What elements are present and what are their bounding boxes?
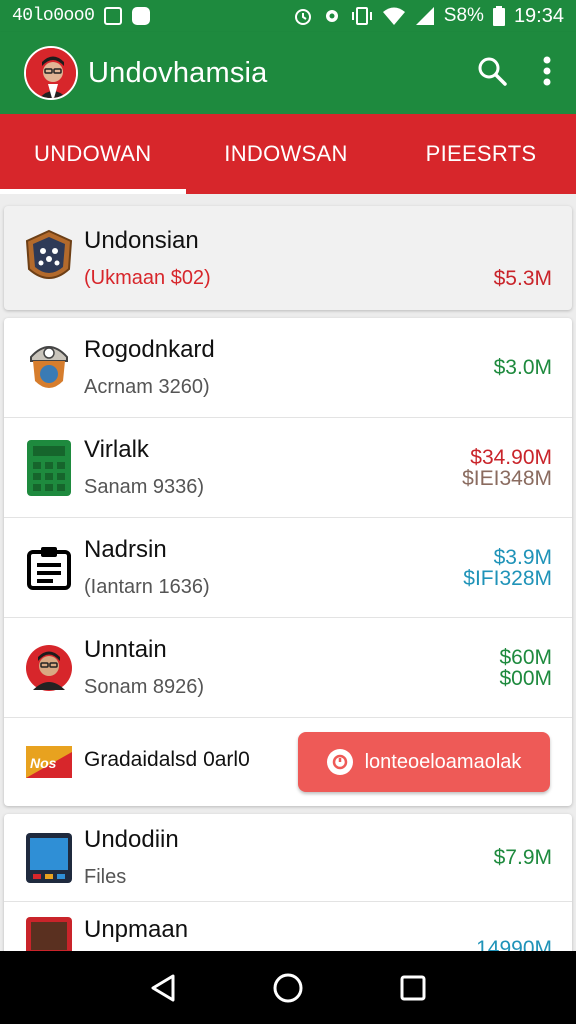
battery-percent: S8% [443, 5, 484, 26]
tablet-icon [24, 830, 74, 886]
featured-subtitle: (Ukmaan $02) [84, 266, 211, 289]
tab-bar: UNDOWAN INDOWSAN PIEESRTS [0, 114, 576, 194]
system-nav-bar [0, 951, 576, 1024]
promo-button[interactable]: lonteoeloamaolak [298, 732, 550, 792]
clock-badge-icon [326, 749, 353, 775]
cell-signal-icon [415, 6, 435, 26]
list-item-subtitle: Sanam 9336) [84, 476, 205, 498]
list-item-value: $60M [499, 645, 552, 669]
list-item[interactable]: Rogodnkard Acrnam 3260) $3.0M [4, 318, 572, 418]
promo-title: Gradaidalsd 0arl0 [84, 748, 250, 771]
list-item-value: $34.90M [470, 445, 552, 469]
more-vert-icon[interactable] [542, 55, 552, 92]
back-icon[interactable] [133, 958, 193, 1018]
clock: 19:34 [513, 4, 564, 27]
list-item-value: $3.9M [493, 545, 552, 569]
list-item-subtitle: Sonam 8926) [84, 676, 205, 698]
clipboard-icon [24, 540, 74, 596]
recents-icon[interactable] [383, 958, 443, 1018]
profile-avatar[interactable] [24, 46, 78, 100]
list-item-value-secondary: $IFI328M [463, 566, 552, 590]
list-item-subtitle: Files [84, 866, 127, 888]
list-item[interactable]: Nadrsin (Iantarn 1636) $3.9M $IFI328M [4, 518, 572, 618]
image-notification-icon [104, 7, 123, 25]
list-card: Rogodnkard Acrnam 3260) $3.0M Virlalk Sa… [4, 318, 572, 806]
list-item-title: Rogodnkard [84, 336, 215, 363]
list-item[interactable]: Undodiin Files $7.9M [4, 814, 572, 902]
status-bar: 40lo0oo0 S8% 19:34 [0, 0, 576, 32]
list-item[interactable]: Unpmaan 14990M [4, 902, 572, 951]
home-icon[interactable] [258, 958, 318, 1018]
settings-gear-icon [322, 6, 342, 26]
tab-indowsan[interactable]: INDOWSAN [186, 114, 386, 194]
brand-logo-icon: Nos [24, 742, 74, 782]
tab-undowan[interactable]: UNDOWAN [0, 114, 186, 194]
content-list: Undonsian (Ukmaan $02) $5.3M Rogodnkard … [0, 194, 576, 951]
list-item-title: Nadrsin [84, 536, 167, 563]
list-item-title: Undodiin [84, 826, 179, 853]
badge-icon [24, 340, 74, 396]
list-item-title: Unntain [84, 636, 167, 663]
list-item-value: 14990M [476, 937, 552, 951]
list-card-2: Undodiin Files $7.9M Unpmaan 14990M [4, 814, 572, 951]
featured-value: $5.3M [493, 266, 552, 290]
list-item-subtitle: Acrnam 3260) [84, 376, 210, 398]
promo-row: Nos Gradaidalsd 0arl0 lonteoeloamaolak [4, 718, 572, 806]
promo-button-label: lonteoeloamaolak [364, 750, 522, 773]
wifi-icon [382, 6, 406, 26]
battery-icon [492, 6, 505, 26]
list-item-title: Virlalk [84, 436, 149, 463]
list-item-value-secondary: $IEI348M [462, 466, 552, 490]
list-item-value-secondary: $00M [499, 666, 552, 690]
alarm-icon [293, 6, 313, 26]
list-item-value: $3.0M [493, 356, 552, 379]
featured-card[interactable]: Undonsian (Ukmaan $02) $5.3M [4, 206, 572, 310]
vibrate-icon [351, 6, 373, 26]
status-notification-text: 40lo0oo0 [12, 6, 95, 26]
crest-icon [24, 229, 74, 286]
list-item-title: Unpmaan [84, 916, 189, 943]
featured-title: Undonsian [84, 226, 199, 254]
calculator-icon [24, 439, 74, 496]
svg-text:Nos: Nos [30, 755, 57, 771]
list-item-value: $7.9M [493, 846, 552, 869]
list-item[interactable]: Virlalk Sanam 9336) $34.90M $IEI348M [4, 418, 572, 518]
app-title: Undovhamsia [88, 56, 268, 89]
app-bar: Undovhamsia [0, 32, 576, 114]
search-icon[interactable] [476, 55, 508, 92]
person-avatar-icon [24, 640, 74, 696]
media-icon [24, 916, 74, 951]
list-item-subtitle: (Iantarn 1636) [84, 576, 210, 598]
tab-pieesrts[interactable]: PIEESRTS [386, 114, 576, 194]
list-item[interactable]: Unntain Sonam 8926) $60M $00M [4, 618, 572, 718]
message-notification-icon [132, 7, 151, 25]
